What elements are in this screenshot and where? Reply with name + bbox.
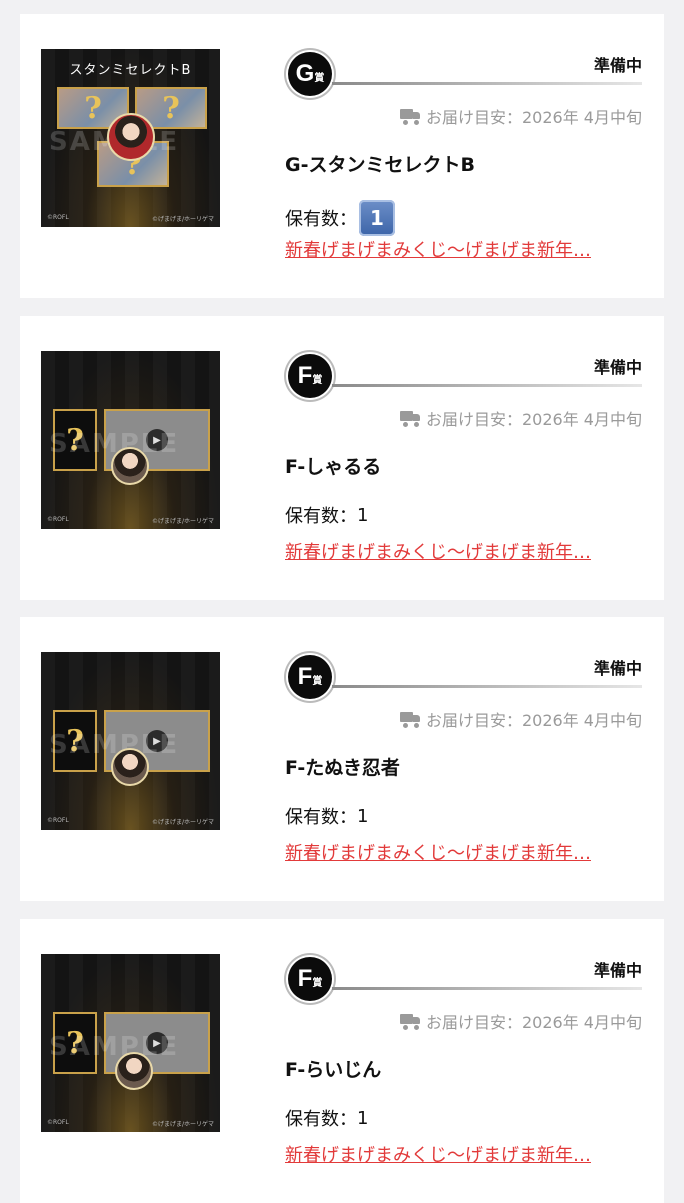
status-label: 準備中 bbox=[593, 961, 642, 980]
grade-badge: F賞 bbox=[288, 957, 332, 1001]
divider bbox=[332, 384, 642, 387]
count-value: 1 bbox=[357, 805, 369, 827]
count-keycap: 1 bbox=[359, 200, 395, 236]
grade-badge: F賞 bbox=[288, 655, 332, 699]
delivery-estimate: お届け目安：2026年 4月中旬 bbox=[400, 104, 642, 128]
delivery-estimate: お届け目安：2026年 4月中旬 bbox=[400, 1009, 642, 1033]
prize-thumbnail[interactable]: ? ▶ SAMPLE ©ROFL ©げまげま/ホーリゲマ bbox=[41, 954, 220, 1132]
prize-card[interactable]: ? ▶ SAMPLE ©ROFL ©げまげま/ホーリゲマ F賞 準備中 お届け目… bbox=[20, 316, 664, 600]
truck-icon bbox=[400, 1014, 420, 1031]
truck-icon bbox=[400, 411, 420, 428]
prize-card[interactable]: スタンミセレクトB ? ? ? SAMPLE ©ROFL ©げまげま/ホーリゲマ… bbox=[20, 14, 664, 298]
truck-icon bbox=[400, 712, 420, 729]
avatar bbox=[111, 748, 149, 786]
count-value: 1 bbox=[357, 504, 369, 526]
sample-watermark: SAMPLE bbox=[49, 1032, 180, 1062]
count-value: 1 bbox=[357, 1107, 369, 1129]
delivery-estimate: お届け目安：2026年 4月中旬 bbox=[400, 707, 642, 731]
truck-icon bbox=[400, 109, 420, 126]
divider bbox=[332, 987, 642, 990]
prize-name: F-らいじん bbox=[285, 1059, 382, 1081]
thumbnail-copyright: ©ROFL ©げまげま/ホーリゲマ bbox=[47, 1119, 214, 1128]
prize-thumbnail[interactable]: スタンミセレクトB ? ? ? SAMPLE ©ROFL ©げまげま/ホーリゲマ bbox=[41, 49, 220, 227]
lottery-link[interactable]: 新春げまげまみくじ〜げまげま新年… bbox=[285, 236, 640, 262]
grade-badge: G賞 bbox=[288, 52, 332, 96]
holding-count: 保有数： 1 bbox=[285, 805, 369, 829]
prize-thumbnail[interactable]: ? ▶ SAMPLE ©ROFL ©げまげま/ホーリゲマ bbox=[41, 351, 220, 529]
prize-card[interactable]: ? ▶ SAMPLE ©ROFL ©げまげま/ホーリゲマ F賞 準備中 お届け目… bbox=[20, 919, 664, 1203]
prize-card[interactable]: ? ▶ SAMPLE ©ROFL ©げまげま/ホーリゲマ F賞 準備中 お届け目… bbox=[20, 617, 664, 901]
thumbnail-copyright: ©ROFL ©げまげま/ホーリゲマ bbox=[47, 214, 214, 223]
thumbnail-copyright: ©ROFL ©げまげま/ホーリゲマ bbox=[47, 516, 214, 525]
delivery-estimate: お届け目安：2026年 4月中旬 bbox=[400, 406, 642, 430]
avatar bbox=[115, 1052, 153, 1090]
prize-list: スタンミセレクトB ? ? ? SAMPLE ©ROFL ©げまげま/ホーリゲマ… bbox=[0, 0, 684, 1203]
lottery-link[interactable]: 新春げまげまみくじ〜げまげま新年… bbox=[285, 1141, 640, 1167]
holding-count: 保有数： 1 bbox=[285, 200, 395, 236]
avatar bbox=[107, 113, 155, 161]
status-label: 準備中 bbox=[593, 56, 642, 75]
prize-name: F-たぬき忍者 bbox=[285, 757, 400, 779]
holding-count: 保有数： 1 bbox=[285, 1107, 369, 1131]
thumbnail-title: スタンミセレクトB bbox=[69, 63, 192, 78]
prize-name: F-しゃるる bbox=[285, 456, 382, 478]
grade-badge: F賞 bbox=[288, 354, 332, 398]
avatar bbox=[111, 447, 149, 485]
status-label: 準備中 bbox=[593, 358, 642, 377]
divider bbox=[332, 685, 642, 688]
status-label: 準備中 bbox=[593, 659, 642, 678]
lottery-link[interactable]: 新春げまげまみくじ〜げまげま新年… bbox=[285, 839, 640, 865]
divider bbox=[332, 82, 642, 85]
lottery-link[interactable]: 新春げまげまみくじ〜げまげま新年… bbox=[285, 538, 640, 564]
thumbnail-copyright: ©ROFL ©げまげま/ホーリゲマ bbox=[47, 817, 214, 826]
prize-thumbnail[interactable]: ? ▶ SAMPLE ©ROFL ©げまげま/ホーリゲマ bbox=[41, 652, 220, 830]
prize-name: G-スタンミセレクトB bbox=[285, 154, 475, 176]
holding-count: 保有数： 1 bbox=[285, 504, 369, 528]
